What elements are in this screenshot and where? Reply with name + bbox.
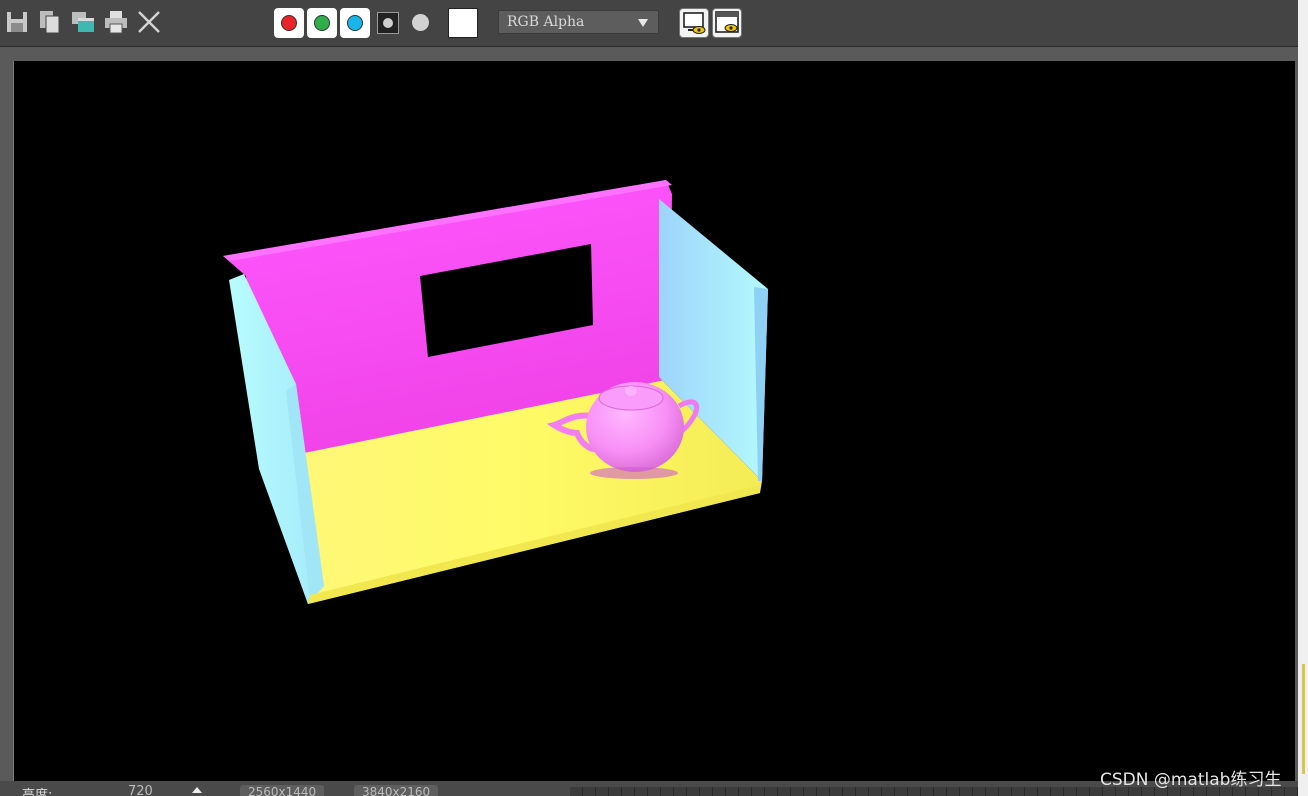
- green-channel-icon: [314, 15, 330, 31]
- clone-window-icon[interactable]: [70, 9, 96, 35]
- green-channel-button[interactable]: [307, 8, 337, 38]
- edge-accent: [1302, 664, 1305, 774]
- monitor-eye-icon: [683, 12, 706, 34]
- watermark: CSDN @matlab练习生: [1100, 770, 1282, 790]
- show-render-window-button[interactable]: [679, 8, 709, 38]
- render-viewport[interactable]: [13, 61, 1295, 781]
- monochrome-icon: [383, 18, 393, 28]
- color-swatch[interactable]: [448, 8, 478, 38]
- alpha-channel-icon[interactable]: [412, 14, 429, 31]
- monochrome-button[interactable]: [377, 12, 399, 34]
- blue-channel-icon: [347, 15, 363, 31]
- red-channel-icon: [281, 15, 297, 31]
- preset-button-2[interactable]: 3840x2160: [354, 785, 439, 796]
- copy-icon[interactable]: [37, 9, 63, 35]
- render-frame-button[interactable]: [712, 8, 742, 38]
- save-icon[interactable]: [4, 9, 30, 35]
- red-channel-button[interactable]: [274, 8, 304, 38]
- right-edge-strip: [1298, 0, 1308, 796]
- render-toolbar: RGB Alpha: [0, 0, 1298, 47]
- height-label: 高度:: [22, 788, 53, 796]
- spinner-up-icon[interactable]: [192, 787, 202, 793]
- chevron-down-icon: [638, 19, 648, 27]
- blue-channel-button[interactable]: [340, 8, 370, 38]
- height-value[interactable]: 720: [128, 784, 153, 796]
- print-icon[interactable]: [103, 9, 129, 35]
- close-icon[interactable]: [136, 9, 162, 35]
- rendered-scene: [223, 180, 768, 604]
- channel-dropdown[interactable]: RGB Alpha: [498, 10, 659, 34]
- preset-button-1[interactable]: 2560x1440: [240, 785, 325, 796]
- window-eye-icon: [715, 11, 739, 33]
- channel-dropdown-value: RGB Alpha: [507, 14, 585, 30]
